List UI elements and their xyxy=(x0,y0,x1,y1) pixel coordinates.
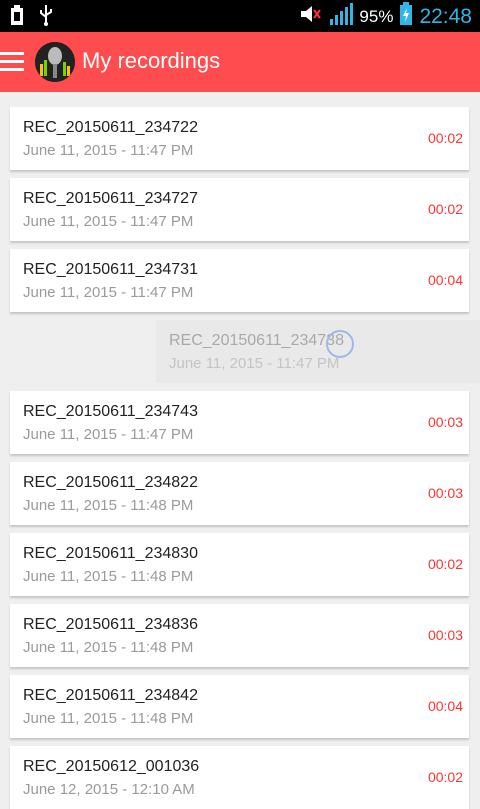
microphone-logo-icon[interactable] xyxy=(35,42,75,82)
mute-icon xyxy=(299,3,323,30)
recording-name: REC_20150611_234822 xyxy=(23,474,198,491)
battery-charging-icon xyxy=(399,2,413,31)
list-item[interactable]: REC_20150611_234731 June 11, 2015 - 11:4… xyxy=(10,249,469,312)
recording-name: REC_20150612_001036 xyxy=(23,758,200,775)
list-item[interactable]: REC_20150611_234836 June 11, 2015 - 11:4… xyxy=(10,604,469,667)
list-item[interactable]: REC_20150611_234822 June 11, 2015 - 11:4… xyxy=(10,462,469,525)
recording-date: June 11, 2015 - 11:47 PM xyxy=(23,284,194,301)
recording-duration: 00:04 xyxy=(427,272,463,288)
list-item[interactable]: REC_20150611_234830 June 11, 2015 - 11:4… xyxy=(10,533,469,596)
recording-date: June 12, 2015 - 12:10 AM xyxy=(23,781,195,798)
recording-date: June 11, 2015 - 11:48 PM xyxy=(23,710,194,727)
recording-date: June 11, 2015 - 11:48 PM xyxy=(23,568,194,585)
recording-name: REC_20150611_234731 xyxy=(23,261,198,278)
status-bar: 95% 22:48 xyxy=(0,0,480,32)
recording-name: REC_20150611_234743 xyxy=(23,403,198,420)
recording-date: June 11, 2015 - 11:47 PM xyxy=(23,142,194,159)
clock: 22:48 xyxy=(419,4,472,28)
list-item[interactable]: REC_20150611_234842 June 11, 2015 - 11:4… xyxy=(10,675,469,738)
usb-icon xyxy=(38,4,54,31)
recording-duration: 00:02 xyxy=(427,130,463,146)
signal-icon xyxy=(329,2,354,31)
page-title: My recordings xyxy=(82,48,221,73)
recording-duration: 00:03 xyxy=(427,485,463,501)
recording-date: June 11, 2015 - 11:47 PM xyxy=(23,213,194,230)
hamburger-menu-icon[interactable] xyxy=(0,52,24,74)
recording-duration: 00:04 xyxy=(427,698,463,714)
recording-name: REC_20150611_234836 xyxy=(23,616,198,633)
recording-date: June 11, 2015 - 11:47 PM xyxy=(23,426,194,443)
recording-duration: 00:03 xyxy=(427,627,463,643)
list-item[interactable]: REC_20150611_234743 June 11, 2015 - 11:4… xyxy=(10,391,469,454)
recording-date: June 11, 2015 - 11:48 PM xyxy=(23,497,194,514)
list-item[interactable]: REC_20150611_234727 June 11, 2015 - 11:4… xyxy=(10,178,469,241)
usb-storage-icon xyxy=(10,4,24,31)
app-bar: My recordings xyxy=(0,32,480,92)
recording-duration: 00:02 xyxy=(427,769,463,785)
recording-name: REC_20150611_234842 xyxy=(23,687,198,704)
recording-name: REC_20150611_234722 xyxy=(23,119,198,136)
recording-duration: 00:02 xyxy=(427,556,463,572)
recording-name: REC_20150611_234830 xyxy=(23,545,198,562)
list-item-dragging[interactable]: REC_20150611_234738 June 11, 2015 - 11:4… xyxy=(156,320,480,383)
recording-date: June 11, 2015 - 11:47 PM xyxy=(169,355,340,372)
list-item[interactable]: REC_20150611_234722 June 11, 2015 - 11:4… xyxy=(10,107,469,170)
recording-duration: 00:03 xyxy=(427,414,463,430)
recording-duration: 00:02 xyxy=(427,201,463,217)
recording-name: REC_20150611_234738 xyxy=(169,332,344,349)
recording-name: REC_20150611_234727 xyxy=(23,190,198,207)
recording-date: June 11, 2015 - 11:48 PM xyxy=(23,639,194,656)
touch-indicator xyxy=(326,330,354,358)
battery-percent: 95% xyxy=(359,6,394,26)
